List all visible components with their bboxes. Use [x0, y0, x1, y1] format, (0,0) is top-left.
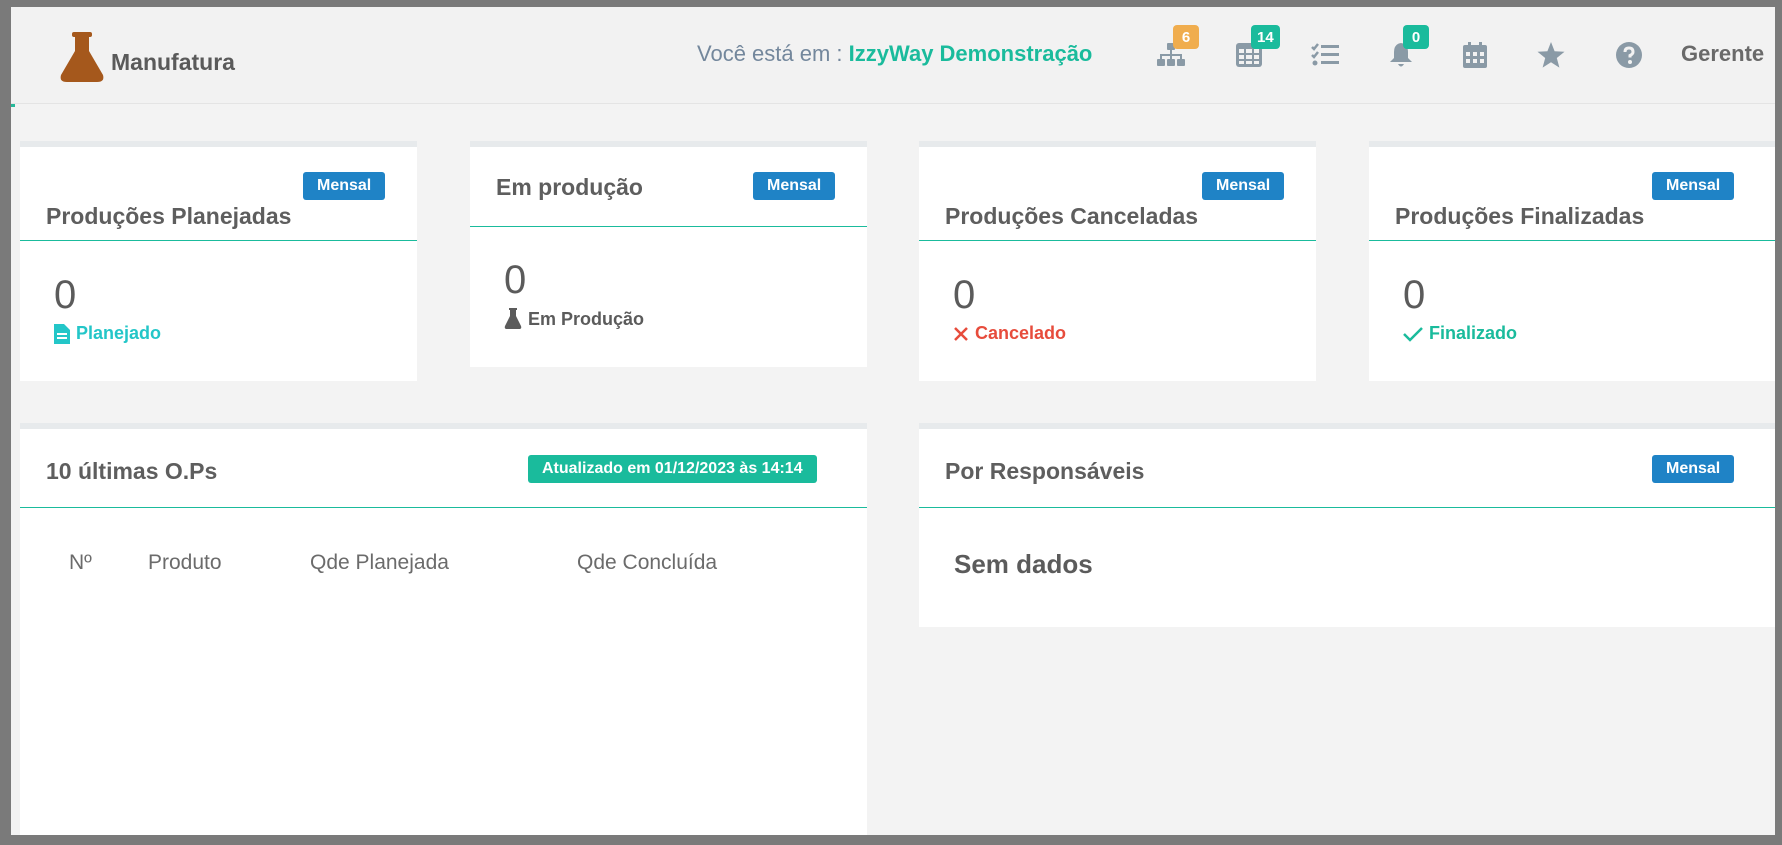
- location-prefix: Você está em :: [697, 41, 843, 66]
- top-navbar: Manufatura Você está em : IzzyWay Demons…: [11, 7, 1775, 104]
- stat-label-row: Cancelado: [953, 323, 1066, 344]
- brand-label: Manufatura: [111, 49, 235, 75]
- nav-badge: 6: [1173, 25, 1199, 49]
- stat-label: Cancelado: [975, 323, 1067, 343]
- sitemap-nav-button[interactable]: 6: [1153, 25, 1199, 73]
- flask-icon: [59, 31, 105, 88]
- responsibles-panel: Por Responsáveis Mensal Sem dados: [919, 423, 1775, 627]
- calendar-nav-button[interactable]: [1457, 37, 1493, 73]
- period-label[interactable]: Mensal: [1652, 455, 1735, 483]
- period-label[interactable]: Mensal: [1652, 172, 1735, 200]
- latest-orders-panel: 10 últimas O.Ps Atualizado em 01/12/2023…: [20, 423, 867, 835]
- stat-panel-planned: Mensal Produções Planejadas 0 Planejado: [20, 141, 417, 381]
- stat-label: Em Produção: [528, 308, 645, 329]
- panel-title: Por Responsáveis: [945, 458, 1145, 484]
- stat-value: 0: [953, 273, 976, 317]
- stat-label: Finalizado: [1429, 323, 1518, 343]
- panel-title: 10 últimas O.Ps: [46, 458, 218, 484]
- calendar-icon: [1463, 42, 1487, 68]
- stat-value: 0: [1403, 273, 1426, 317]
- check-icon: [1403, 326, 1423, 342]
- times-icon: [954, 326, 968, 341]
- panel-title: Produções Finalizadas: [1395, 203, 1645, 229]
- brand[interactable]: Manufatura: [59, 31, 235, 88]
- help-icon: [1616, 42, 1642, 68]
- help-nav-button[interactable]: [1611, 37, 1647, 73]
- notifications-nav-button[interactable]: 0: [1383, 25, 1429, 73]
- panel-title: Em produção: [496, 174, 643, 200]
- panel-divider: [20, 507, 867, 508]
- app-frame: Manufatura Você está em : IzzyWay Demons…: [11, 7, 1775, 835]
- panel-title: Produções Planejadas: [46, 203, 292, 229]
- period-label[interactable]: Mensal: [1202, 172, 1285, 200]
- period-label[interactable]: Mensal: [753, 172, 836, 200]
- tasks-nav-button[interactable]: [1307, 37, 1343, 73]
- location-indicator: Você está em : IzzyWay Demonstração: [697, 41, 1092, 67]
- table-nav-button[interactable]: 14: [1231, 25, 1280, 73]
- panel-divider: [919, 507, 1775, 508]
- panel-title: Produções Canceladas: [945, 203, 1199, 229]
- updated-label: Atualizado em 01/12/2023 às 14:14: [528, 455, 817, 483]
- column-header-number[interactable]: Nº: [69, 551, 92, 575]
- column-header-product[interactable]: Produto: [148, 551, 222, 575]
- stat-label-row: Em Produção: [504, 308, 644, 330]
- file-icon: [54, 323, 70, 344]
- stat-panel-finished: Mensal Produções Finalizadas 0 Finalizad…: [1369, 141, 1775, 381]
- stat-panel-cancelled: Mensal Produções Canceladas 0 Cancelado: [919, 141, 1316, 381]
- panel-divider: [1369, 240, 1775, 241]
- nav-badge: 0: [1403, 25, 1429, 49]
- stat-panel-in-production: Mensal Em produção 0 Em Produção: [470, 141, 867, 367]
- stat-label-row: Planejado: [54, 323, 161, 344]
- stat-value: 0: [504, 258, 527, 302]
- column-header-planned-qty[interactable]: Qde Planejada: [310, 551, 449, 575]
- stat-value: 0: [54, 273, 77, 317]
- panel-divider: [470, 226, 867, 227]
- star-icon: [1537, 41, 1565, 68]
- empty-state: Sem dados: [954, 549, 1093, 579]
- tasks-icon: [1311, 43, 1339, 66]
- favorites-nav-button[interactable]: [1533, 37, 1569, 73]
- panel-divider: [919, 240, 1316, 241]
- company-link[interactable]: IzzyWay Demonstração: [849, 41, 1093, 66]
- column-header-completed-qty[interactable]: Qde Concluída: [577, 551, 717, 575]
- user-menu[interactable]: Gerente: [1681, 41, 1764, 67]
- panel-divider: [20, 240, 417, 241]
- stat-label: Planejado: [76, 323, 162, 343]
- stat-label-row: Finalizado: [1403, 323, 1517, 344]
- flask-icon: [504, 308, 522, 329]
- period-label[interactable]: Mensal: [303, 172, 386, 200]
- nav-badge: 14: [1251, 25, 1280, 49]
